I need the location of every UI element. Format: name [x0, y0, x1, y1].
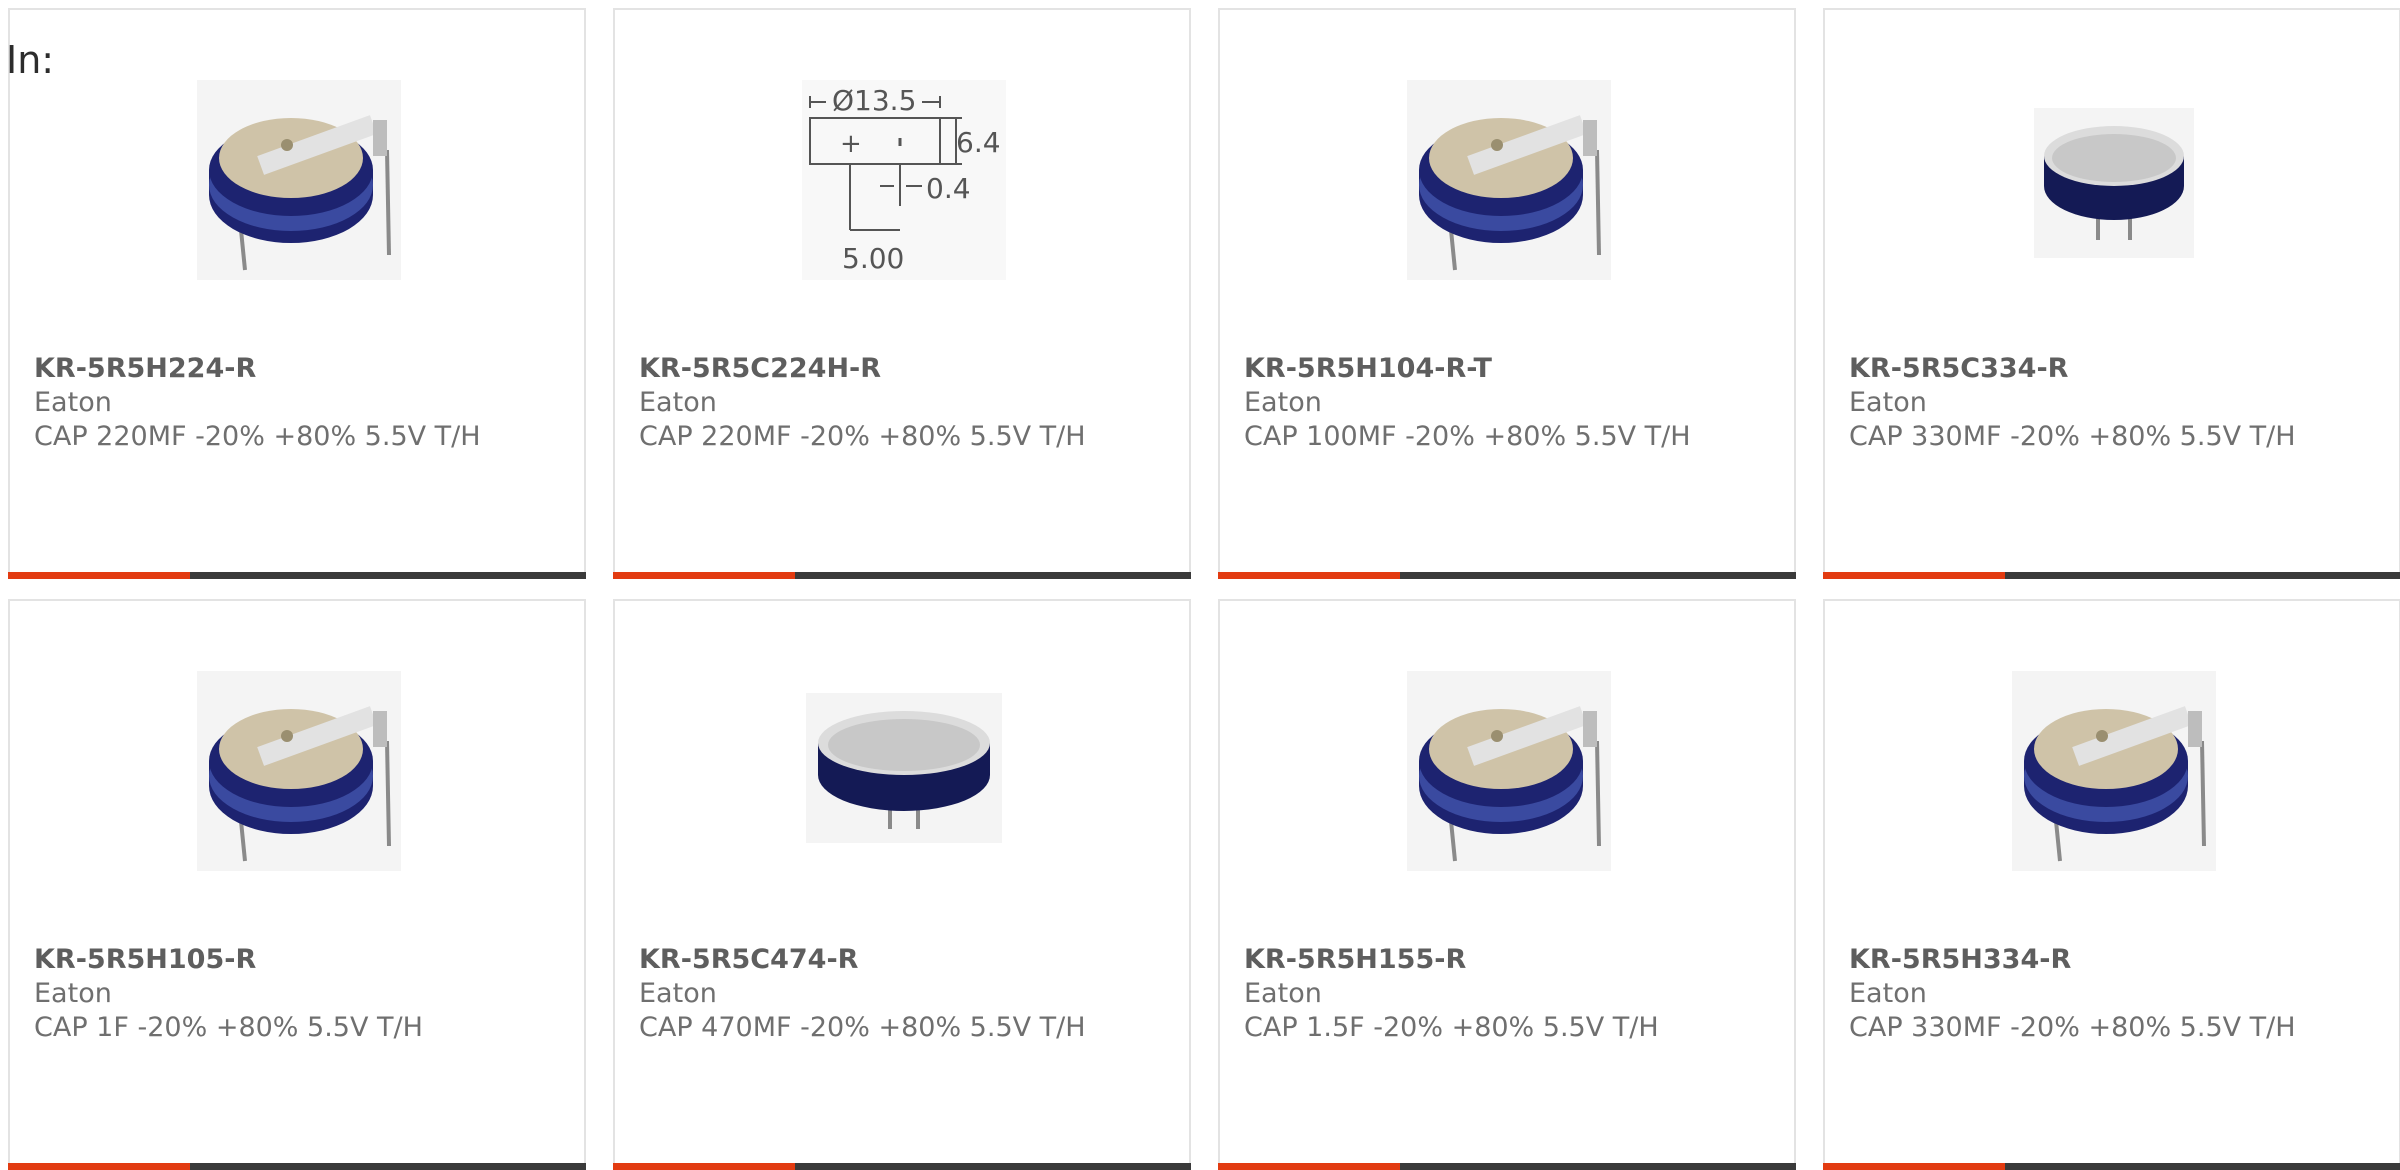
pitch-label: 5.00	[842, 242, 904, 275]
description: CAP 220MF -20% +80% 5.5V T/H	[34, 421, 481, 452]
description: CAP 330MF -20% +80% 5.5V T/H	[1849, 1012, 2296, 1043]
card-bottom-bar	[613, 1163, 1191, 1170]
product-card[interactable]: Ø13.5 6.4 0.4 5.00 + KR-5R5C224H-R Eaton…	[613, 8, 1191, 579]
manufacturer: Eaton	[34, 978, 112, 1009]
product-image[interactable]	[197, 671, 401, 871]
dimension-drawing-icon: Ø13.5 6.4 0.4 5.00 +	[802, 80, 1006, 280]
product-card[interactable]: KR-5R5H105-R Eaton CAP 1F -20% +80% 5.5V…	[8, 599, 586, 1170]
product-card[interactable]: KR-5R5C474-R Eaton CAP 470MF -20% +80% 5…	[613, 599, 1191, 1170]
capacitor-horizontal-tab-icon	[1407, 80, 1611, 280]
card-bottom-bar	[1823, 572, 2400, 579]
product-card[interactable]: KR-5R5C334-R Eaton CAP 330MF -20% +80% 5…	[1823, 8, 2400, 579]
product-image[interactable]	[2034, 108, 2194, 258]
capacitor-horizontal-tab-icon	[1407, 671, 1611, 871]
capacitor-horizontal-tab-icon	[197, 80, 401, 280]
part-number[interactable]: KR-5R5H155-R	[1244, 943, 1774, 977]
card-bottom-bar	[8, 572, 586, 579]
part-number[interactable]: KR-5R5C474-R	[639, 943, 1169, 977]
polarity-label: +	[840, 129, 862, 159]
manufacturer: Eaton	[639, 387, 717, 418]
product-image[interactable]	[197, 80, 401, 280]
manufacturer: Eaton	[1244, 387, 1322, 418]
description: CAP 100MF -20% +80% 5.5V T/H	[1244, 421, 1691, 452]
product-image[interactable]: Ø13.5 6.4 0.4 5.00 +	[802, 80, 1006, 280]
capacitor-horizontal-tab-icon	[2012, 671, 2216, 871]
height-label: 6.4	[956, 126, 1001, 159]
manufacturer: Eaton	[1849, 978, 1927, 1009]
part-number[interactable]: KR-5R5C224H-R	[639, 352, 1169, 386]
capacitor-coin-icon	[2034, 108, 2194, 258]
card-bottom-bar	[8, 1163, 586, 1170]
product-card[interactable]: KR-5R5H334-R Eaton CAP 330MF -20% +80% 5…	[1823, 599, 2400, 1170]
card-bottom-bar	[1218, 1163, 1796, 1170]
description: CAP 470MF -20% +80% 5.5V T/H	[639, 1012, 1086, 1043]
filter-label: In:	[6, 38, 55, 82]
part-number[interactable]: KR-5R5H105-R	[34, 943, 564, 977]
product-card[interactable]: KR-5R5H104-R-T Eaton CAP 100MF -20% +80%…	[1218, 8, 1796, 579]
product-image[interactable]	[1407, 671, 1611, 871]
lead-label: 0.4	[926, 172, 971, 205]
product-image[interactable]	[806, 693, 1002, 843]
diameter-label: Ø13.5	[832, 84, 916, 117]
part-number[interactable]: KR-5R5H334-R	[1849, 943, 2379, 977]
description: CAP 1F -20% +80% 5.5V T/H	[34, 1012, 423, 1043]
card-bottom-bar	[613, 572, 1191, 579]
manufacturer: Eaton	[1244, 978, 1322, 1009]
capacitor-coin-icon	[806, 693, 1002, 843]
card-bottom-bar	[1823, 1163, 2400, 1170]
card-bottom-bar	[1218, 572, 1796, 579]
capacitor-horizontal-tab-icon	[197, 671, 401, 871]
product-image[interactable]	[1407, 80, 1611, 280]
description: CAP 330MF -20% +80% 5.5V T/H	[1849, 421, 2296, 452]
part-number[interactable]: KR-5R5H104-R-T	[1244, 352, 1774, 386]
product-image[interactable]	[2012, 671, 2216, 871]
part-number[interactable]: KR-5R5H224-R	[34, 352, 564, 386]
product-card[interactable]: KR-5R5H155-R Eaton CAP 1.5F -20% +80% 5.…	[1218, 599, 1796, 1170]
manufacturer: Eaton	[34, 387, 112, 418]
description: CAP 1.5F -20% +80% 5.5V T/H	[1244, 1012, 1659, 1043]
description: CAP 220MF -20% +80% 5.5V T/H	[639, 421, 1086, 452]
manufacturer: Eaton	[639, 978, 717, 1009]
manufacturer: Eaton	[1849, 387, 1927, 418]
product-grid: KR-5R5H224-R Eaton CAP 220MF -20% +80% 5…	[8, 8, 2400, 1170]
product-card[interactable]: KR-5R5H224-R Eaton CAP 220MF -20% +80% 5…	[8, 8, 586, 579]
part-number[interactable]: KR-5R5C334-R	[1849, 352, 2379, 386]
